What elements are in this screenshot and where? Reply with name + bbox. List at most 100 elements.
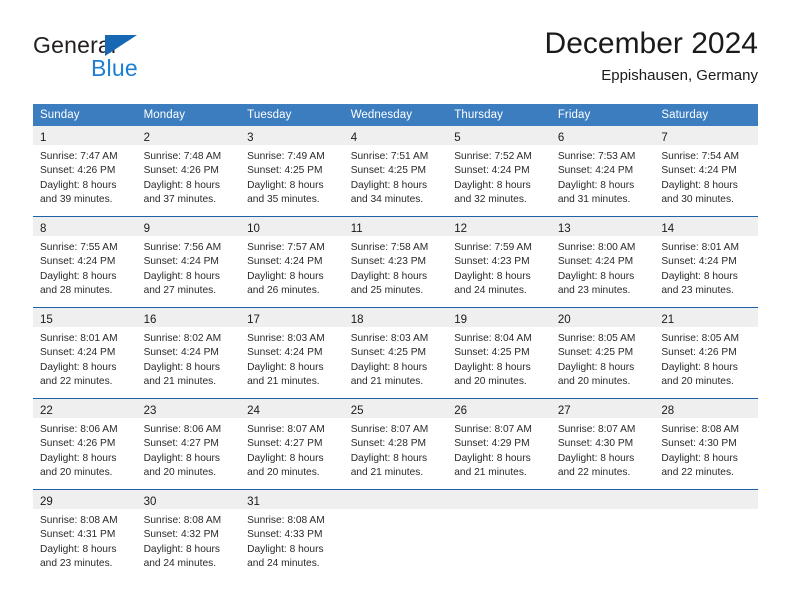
sunrise-time: Sunrise: 8:07 AM	[247, 424, 325, 435]
day-number-band: 8	[33, 217, 137, 236]
sunset-time: Sunset: 4:24 PM	[40, 256, 116, 268]
daylight-duration-line1: Daylight: 8 hours	[143, 361, 221, 373]
daylight-duration-line1: Daylight: 8 hours	[40, 543, 117, 555]
day-cell-inner	[654, 490, 758, 580]
calendar-day-cell[interactable]: 3 Sunrise: 7:49 AM Sunset: 4:25 PM Daylight…	[240, 126, 344, 217]
calendar-day-cell[interactable]: 9 Sunrise: 7:56 AM Sunset: 4:24 PM Daylight…	[136, 216, 241, 308]
calendar-day-cell[interactable]: 19 Sunrise: 8:04 AM Sunset: 4:25 PM Dayligh…	[447, 307, 551, 399]
day-cell-inner: 25 Sunrise: 8:07 AM Sunset: 4:28 PM Dayligh…	[343, 399, 448, 489]
calendar-day-cell[interactable]: 22 Sunrise: 8:06 AM Sunset: 4:26 PM Dayligh…	[33, 398, 137, 490]
day-number-band: 6	[550, 126, 655, 145]
sunset-time: Sunset: 4:25 PM	[557, 347, 634, 359]
sunset-time: Sunset: 4:27 PM	[247, 438, 323, 450]
title-block: December 2024 Eppishausen, Germany	[545, 26, 758, 87]
sunrise-time: Sunrise: 8:03 AM	[247, 333, 325, 344]
calendar-day-cell[interactable]: 16 Sunrise: 8:02 AM Sunset: 4:24 PM Dayligh…	[136, 307, 241, 399]
day-cell-inner	[343, 490, 448, 580]
day-number: 10	[247, 223, 260, 235]
day-number-band: 10	[240, 217, 344, 236]
weekday-header-sunday: Sunday	[33, 104, 137, 126]
day-number: 12	[454, 223, 468, 235]
daylight-duration-line1: Daylight: 8 hours	[454, 179, 531, 191]
daylight-duration-line1: Daylight: 8 hours	[557, 179, 635, 191]
sunset-time: Sunset: 4:24 PM	[143, 347, 219, 359]
day-number: 6	[557, 132, 565, 144]
day-cell-details: Sunrise: 8:06 AM Sunset: 4:27 PM Daylight:…	[137, 418, 241, 481]
day-number-band: 28	[654, 399, 758, 418]
calendar-day-cell[interactable]: 28 Sunrise: 8:08 AM Sunset: 4:30 PM Dayligh…	[654, 398, 758, 490]
day-cell-inner: 1 Sunrise: 7:47 AM Sunset: 4:26 PM Daylight…	[33, 126, 137, 216]
calendar-day-cell[interactable]: 26 Sunrise: 8:07 AM Sunset: 4:29 PM Dayligh…	[447, 398, 551, 490]
calendar-day-cell[interactable]: 2 Sunrise: 7:48 AM Sunset: 4:26 PM Daylight…	[136, 126, 241, 217]
daylight-duration-line1: Daylight: 8 hours	[247, 179, 324, 191]
calendar-day-cell-empty	[550, 489, 655, 580]
calendar-day-cell[interactable]: 10 Sunrise: 7:57 AM Sunset: 4:24 PM Dayligh…	[240, 216, 344, 308]
day-number: 9	[143, 223, 150, 235]
day-number-band: 27	[550, 399, 655, 418]
calendar-day-cell[interactable]: 20 Sunrise: 8:05 AM Sunset: 4:25 PM Dayligh…	[550, 307, 655, 399]
calendar-day-cell[interactable]: 30 Sunrise: 8:08 AM Sunset: 4:32 PM Dayligh…	[136, 489, 241, 580]
calendar-day-cell-empty	[654, 489, 758, 580]
calendar-day-cell[interactable]: 31 Sunrise: 8:08 AM Sunset: 4:33 PM Dayligh…	[240, 489, 344, 580]
sunset-time: Sunset: 4:29 PM	[454, 438, 530, 450]
daylight-duration-line1: Daylight: 8 hours	[40, 361, 117, 373]
calendar-day-cell[interactable]: 4 Sunrise: 7:51 AM Sunset: 4:25 PM Daylight…	[343, 126, 448, 217]
calendar-day-cell[interactable]: 29 Sunrise: 8:08 AM Sunset: 4:31 PM Dayligh…	[33, 489, 137, 580]
generalblue-logo[interactable]: General Blue	[33, 32, 223, 92]
calendar-day-cell[interactable]: 17 Sunrise: 8:03 AM Sunset: 4:24 PM Dayligh…	[240, 307, 344, 399]
calendar-week-row: 22 Sunrise: 8:06 AM Sunset: 4:26 PM Dayligh…	[33, 398, 758, 490]
day-number: 19	[454, 314, 468, 326]
sunset-time: Sunset: 4:33 PM	[247, 529, 323, 541]
daylight-duration-line1: Daylight: 8 hours	[143, 452, 221, 464]
daylight-duration-line2: and 24 minutes.	[247, 558, 320, 570]
day-cell-inner: 19 Sunrise: 8:04 AM Sunset: 4:25 PM Dayligh…	[447, 308, 551, 398]
daylight-duration-line2: and 22 minutes.	[661, 467, 734, 479]
calendar-day-cell[interactable]: 5 Sunrise: 7:52 AM Sunset: 4:24 PM Daylight…	[447, 126, 551, 217]
calendar-day-cell[interactable]: 12 Sunrise: 7:59 AM Sunset: 4:23 PM Dayligh…	[447, 216, 551, 308]
day-cell-details: Sunrise: 8:03 AM Sunset: 4:25 PM Daylight:…	[344, 327, 448, 390]
daylight-duration-line2: and 21 minutes.	[350, 467, 424, 479]
weekday-header-monday: Monday	[136, 104, 241, 126]
day-cell-inner: 17 Sunrise: 8:03 AM Sunset: 4:24 PM Dayligh…	[240, 308, 344, 398]
calendar-day-cell[interactable]: 24 Sunrise: 8:07 AM Sunset: 4:27 PM Dayligh…	[240, 398, 344, 490]
sunrise-time: Sunrise: 7:59 AM	[454, 242, 532, 253]
calendar-day-cell[interactable]: 6 Sunrise: 7:53 AM Sunset: 4:24 PM Daylight…	[550, 126, 655, 217]
daylight-duration-line1: Daylight: 8 hours	[350, 452, 428, 464]
sunrise-time: Sunrise: 7:47 AM	[40, 151, 118, 162]
sunset-time: Sunset: 4:24 PM	[661, 256, 737, 268]
calendar-day-cell[interactable]: 1 Sunrise: 7:47 AM Sunset: 4:26 PM Daylight…	[33, 126, 137, 217]
day-cell-inner: 27 Sunrise: 8:07 AM Sunset: 4:30 PM Dayligh…	[550, 399, 655, 489]
calendar-day-cell[interactable]: 27 Sunrise: 8:07 AM Sunset: 4:30 PM Dayligh…	[550, 398, 655, 490]
page-title: December 2024	[544, 27, 758, 60]
day-cell-inner: 7 Sunrise: 7:54 AM Sunset: 4:24 PM Daylight…	[654, 126, 758, 216]
sunset-time: Sunset: 4:31 PM	[40, 529, 116, 541]
day-cell-details: Sunrise: 7:51 AM Sunset: 4:25 PM Daylight:…	[344, 145, 448, 208]
calendar-day-cell[interactable]: 15 Sunrise: 8:01 AM Sunset: 4:24 PM Dayligh…	[33, 307, 137, 399]
calendar-day-cell[interactable]: 21 Sunrise: 8:05 AM Sunset: 4:26 PM Dayligh…	[654, 307, 758, 399]
day-cell-inner: 2 Sunrise: 7:48 AM Sunset: 4:26 PM Daylight…	[136, 126, 241, 216]
day-number: 7	[661, 132, 668, 144]
calendar-day-cell[interactable]: 8 Sunrise: 7:55 AM Sunset: 4:24 PM Daylight…	[33, 216, 137, 308]
sunset-time: Sunset: 4:27 PM	[143, 438, 219, 450]
daylight-duration-line2: and 21 minutes.	[143, 376, 217, 388]
day-number: 15	[40, 314, 53, 326]
calendar-day-cell[interactable]: 23 Sunrise: 8:06 AM Sunset: 4:27 PM Dayligh…	[136, 398, 241, 490]
calendar-day-cell[interactable]: 13 Sunrise: 8:00 AM Sunset: 4:24 PM Dayligh…	[550, 216, 655, 308]
sunrise-time: Sunrise: 7:58 AM	[350, 242, 429, 253]
day-number: 3	[247, 132, 254, 144]
day-cell-inner	[447, 490, 551, 580]
daylight-duration-line1: Daylight: 8 hours	[247, 452, 324, 464]
calendar-day-cell[interactable]: 14 Sunrise: 8:01 AM Sunset: 4:24 PM Dayligh…	[654, 216, 758, 308]
sunset-time: Sunset: 4:28 PM	[350, 438, 427, 450]
weekday-header-wednesday: Wednesday	[343, 104, 448, 126]
daylight-duration-line1: Daylight: 8 hours	[247, 361, 324, 373]
calendar-day-cell[interactable]: 25 Sunrise: 8:07 AM Sunset: 4:28 PM Dayligh…	[343, 398, 448, 490]
day-cell-details	[344, 509, 448, 514]
calendar-day-cell[interactable]: 7 Sunrise: 7:54 AM Sunset: 4:24 PM Daylight…	[654, 126, 758, 217]
calendar-day-cell[interactable]: 11 Sunrise: 7:58 AM Sunset: 4:23 PM Dayligh…	[343, 216, 448, 308]
calendar-day-cell[interactable]: 18 Sunrise: 8:03 AM Sunset: 4:25 PM Dayligh…	[343, 307, 448, 399]
sunrise-time: Sunrise: 8:02 AM	[143, 333, 222, 344]
calendar-page: General Blue December 2024 Eppishausen, …	[0, 0, 792, 612]
daylight-duration-line2: and 22 minutes.	[557, 467, 631, 479]
daylight-duration-line2: and 24 minutes.	[143, 558, 217, 570]
